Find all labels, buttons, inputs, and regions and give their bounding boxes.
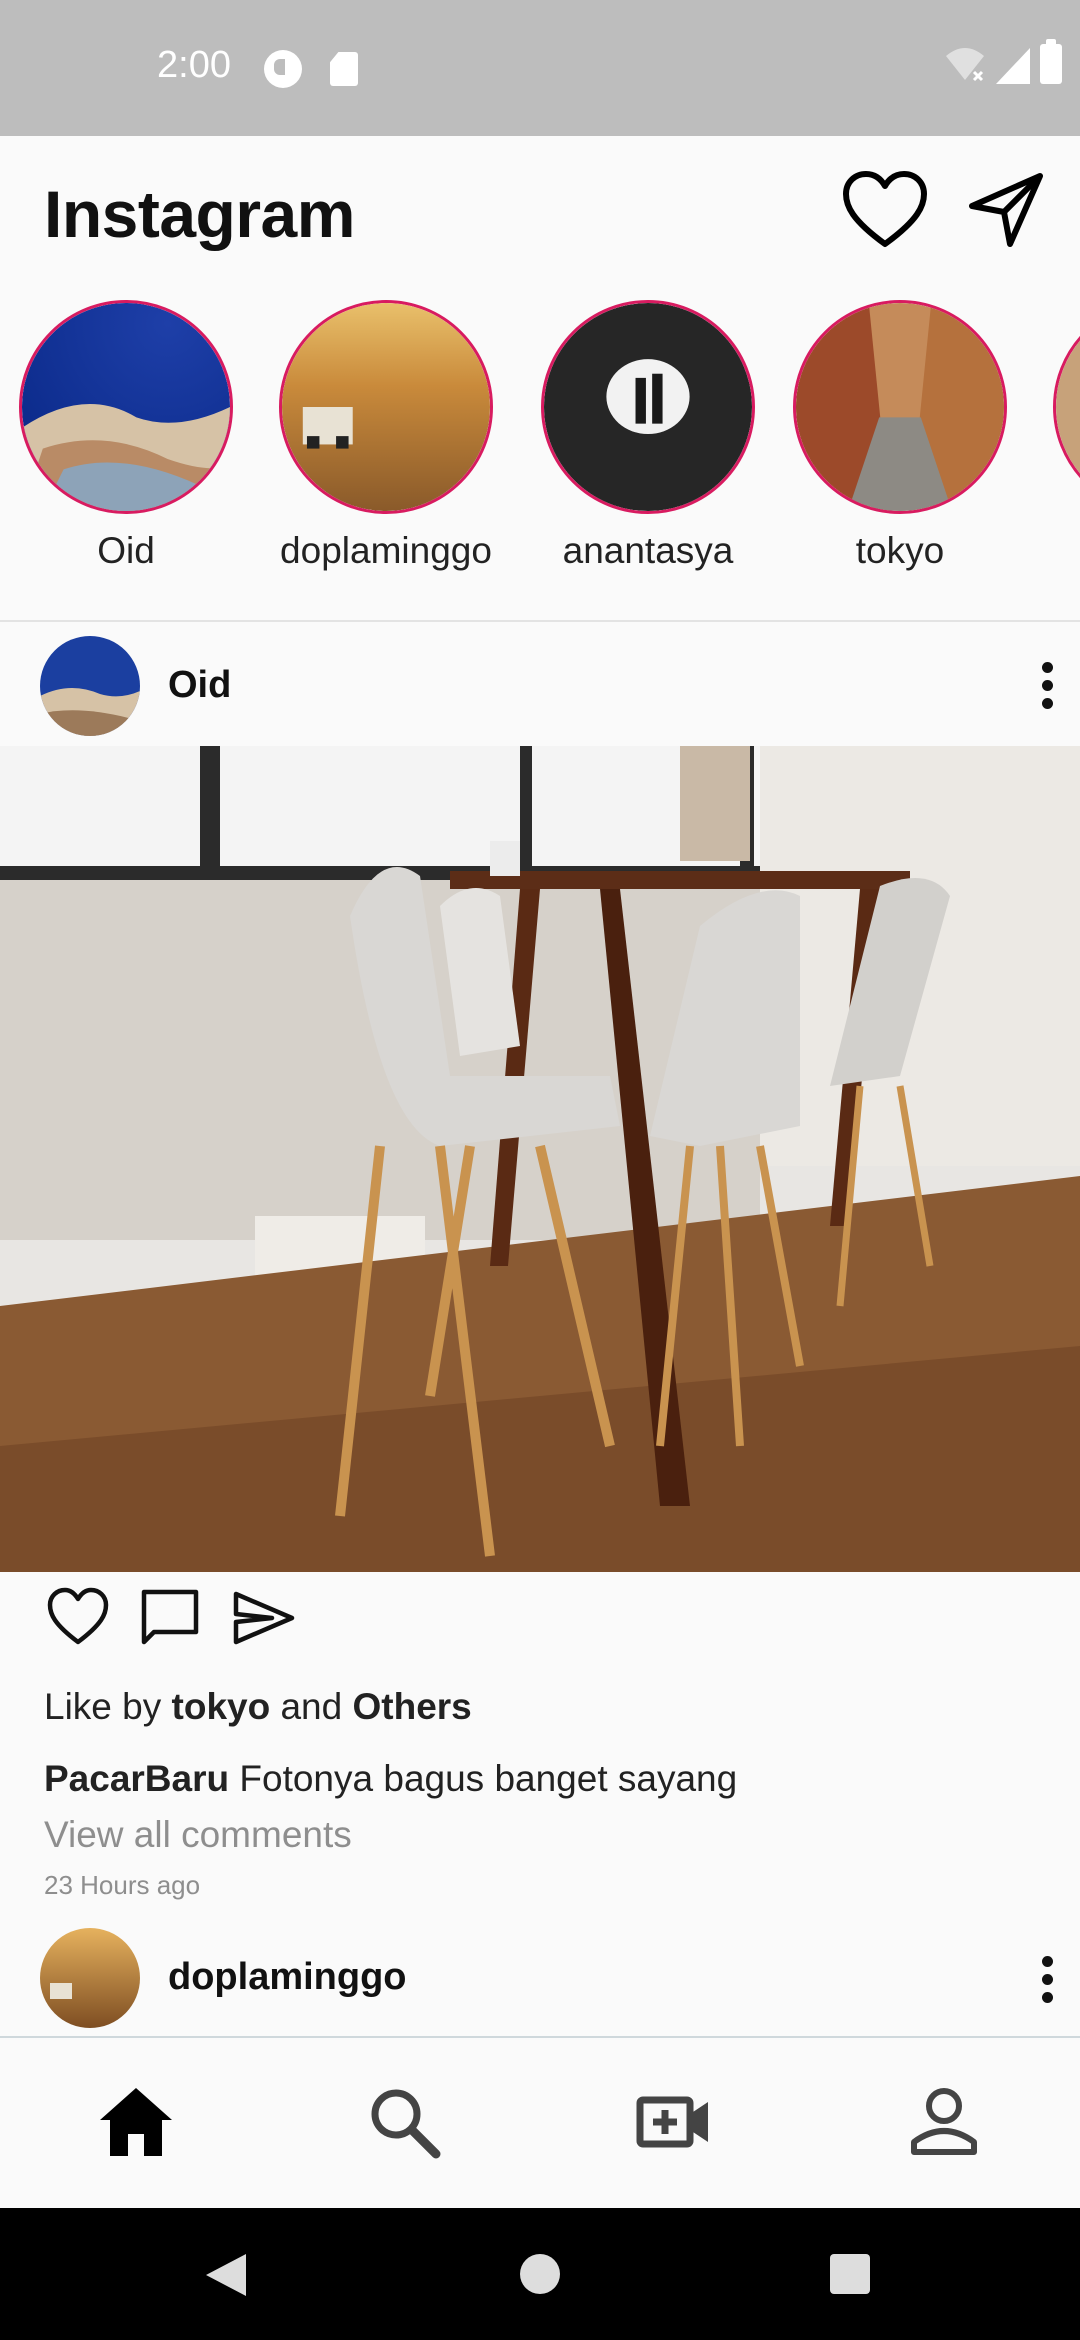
system-navigation — [0, 2208, 1080, 2340]
view-all-comments[interactable]: View all comments — [44, 1814, 352, 1856]
post-username[interactable]: Oid — [168, 664, 231, 707]
avatar[interactable] — [40, 1928, 140, 2028]
app-title: Instagram — [44, 177, 355, 251]
more-options-icon[interactable] — [1040, 1956, 1056, 2010]
likes-user[interactable]: tokyo — [172, 1686, 271, 1727]
heart-icon[interactable] — [842, 170, 928, 250]
story-label: doplaminggo — [280, 530, 492, 571]
likes-others[interactable]: Others — [353, 1686, 472, 1727]
story-item[interactable]: Oid — [6, 300, 246, 572]
story-image — [544, 303, 752, 511]
story-label: tokyo — [855, 530, 945, 571]
stories-row: Oid doplaminggo anantasya tokyo — [0, 300, 1080, 620]
story-item[interactable]: tokyo — [780, 300, 1020, 572]
likes-text: Like by tokyo and Others — [44, 1686, 472, 1728]
caption: PacarBaru Fotonya bagus banget sayang — [44, 1758, 737, 1800]
likes-prefix: Like by — [44, 1686, 162, 1727]
status-right-icons — [944, 39, 1062, 84]
signal-icon — [996, 48, 1030, 84]
status-bar: 2:00 — [0, 0, 1080, 136]
story-ring — [279, 300, 493, 514]
story-item[interactable] — [1040, 300, 1080, 514]
share-icon[interactable] — [232, 1586, 296, 1650]
caption-user[interactable]: PacarBaru — [44, 1758, 229, 1799]
sd-card-icon — [330, 52, 358, 86]
story-ring — [1053, 300, 1080, 514]
story-image — [22, 303, 230, 511]
notification-icon — [264, 50, 302, 88]
story-item[interactable]: anantasya — [528, 300, 768, 572]
story-item[interactable]: doplaminggo — [266, 300, 506, 572]
post-image[interactable] — [0, 746, 1080, 1572]
avatar-image — [40, 1928, 140, 2028]
story-image — [1056, 303, 1080, 511]
avatar-image — [40, 636, 140, 736]
back-icon[interactable] — [204, 2252, 248, 2298]
story-ring — [19, 300, 233, 514]
post-username[interactable]: doplaminggo — [168, 1956, 407, 1999]
search-icon[interactable] — [366, 2084, 442, 2160]
send-icon[interactable] — [966, 170, 1046, 250]
story-image — [282, 303, 490, 511]
profile-icon[interactable] — [906, 2084, 982, 2160]
story-label: anantasya — [562, 530, 734, 571]
caption-text: Fotonya bagus banget sayang — [239, 1758, 738, 1799]
likes-and: and — [280, 1686, 343, 1727]
post-header: Oid — [0, 622, 1080, 746]
post-photo — [0, 746, 1080, 1572]
battery-icon — [1040, 39, 1062, 84]
post-actions — [0, 1586, 1080, 1656]
post-header: doplaminggo — [0, 1926, 1080, 2036]
avatar[interactable] — [40, 636, 140, 736]
story-image — [796, 303, 1004, 511]
add-video-icon[interactable] — [636, 2084, 712, 2160]
wifi-off-icon — [946, 48, 984, 82]
comment-icon[interactable] — [138, 1586, 202, 1650]
story-ring — [793, 300, 1007, 514]
story-ring — [541, 300, 755, 514]
more-options-icon[interactable] — [1040, 662, 1056, 716]
home-icon[interactable] — [98, 2084, 174, 2160]
home-button[interactable] — [520, 2254, 560, 2294]
status-time: 2:00 — [157, 44, 231, 86]
post-timestamp: 23 Hours ago — [44, 1870, 201, 1900]
recents-button[interactable] — [830, 2254, 870, 2294]
like-icon[interactable] — [46, 1586, 110, 1650]
bottom-navigation — [0, 2036, 1080, 2208]
story-label: Oid — [97, 530, 155, 571]
